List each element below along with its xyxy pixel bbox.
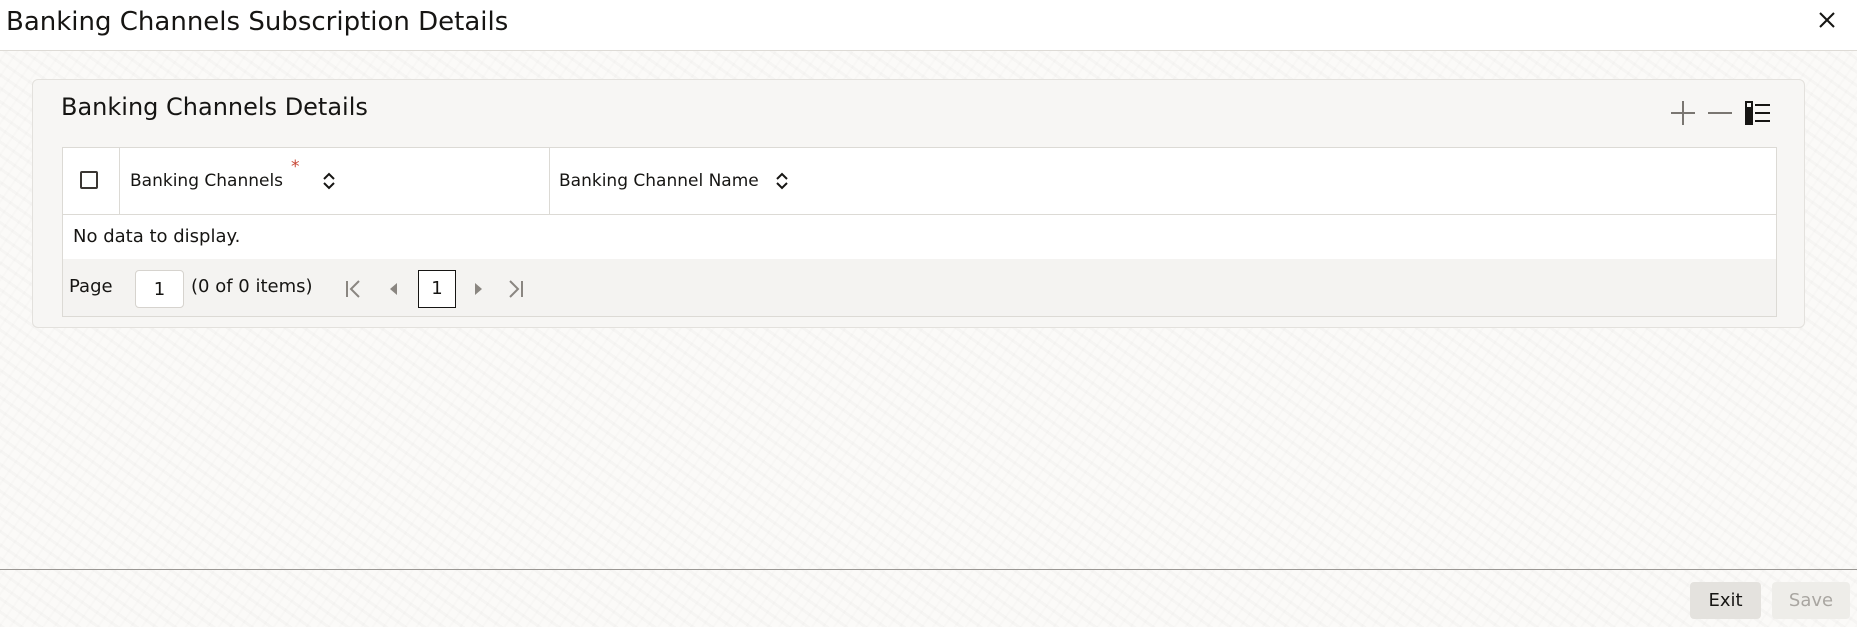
column-header-banking-channel-name[interactable]: Banking Channel Name — [559, 170, 759, 192]
page-title: Banking Channels Subscription Details — [6, 7, 509, 37]
select-all-checkbox[interactable] — [80, 171, 98, 189]
pagination-bar: Page (0 of 0 items) 1 — [63, 259, 1776, 316]
first-page-icon[interactable] — [343, 278, 365, 300]
minus-icon[interactable] — [1706, 99, 1734, 127]
exit-button[interactable]: Exit — [1690, 582, 1761, 619]
save-button[interactable]: Save — [1772, 582, 1850, 619]
page-label: Page — [69, 276, 113, 297]
plus-icon[interactable] — [1669, 99, 1697, 127]
close-icon[interactable] — [1815, 8, 1839, 32]
banking-channels-table: Banking Channels * Banking Channel Name … — [62, 147, 1777, 317]
list-icon[interactable] — [1744, 99, 1772, 127]
page-number-input[interactable] — [135, 270, 184, 308]
next-page-icon[interactable] — [467, 278, 489, 300]
sort-icon[interactable] — [321, 170, 337, 192]
empty-message: No data to display. — [73, 226, 241, 247]
current-page-button[interactable]: 1 — [418, 270, 456, 308]
banking-channels-panel: Banking Channels Details Banking Channel… — [32, 79, 1805, 328]
previous-page-icon[interactable] — [383, 278, 405, 300]
column-header-banking-channels[interactable]: Banking Channels — [130, 170, 283, 192]
required-indicator: * — [291, 157, 300, 177]
last-page-icon[interactable] — [504, 278, 526, 300]
column-divider — [119, 148, 120, 214]
column-divider — [549, 148, 550, 214]
empty-row: No data to display. — [63, 215, 1776, 259]
window-header: Banking Channels Subscription Details — [0, 0, 1857, 51]
sort-icon[interactable] — [774, 170, 790, 192]
table-header: Banking Channels * Banking Channel Name — [63, 148, 1776, 215]
items-summary: (0 of 0 items) — [191, 276, 313, 297]
footer-divider — [0, 569, 1857, 570]
panel-title: Banking Channels Details — [61, 93, 368, 121]
